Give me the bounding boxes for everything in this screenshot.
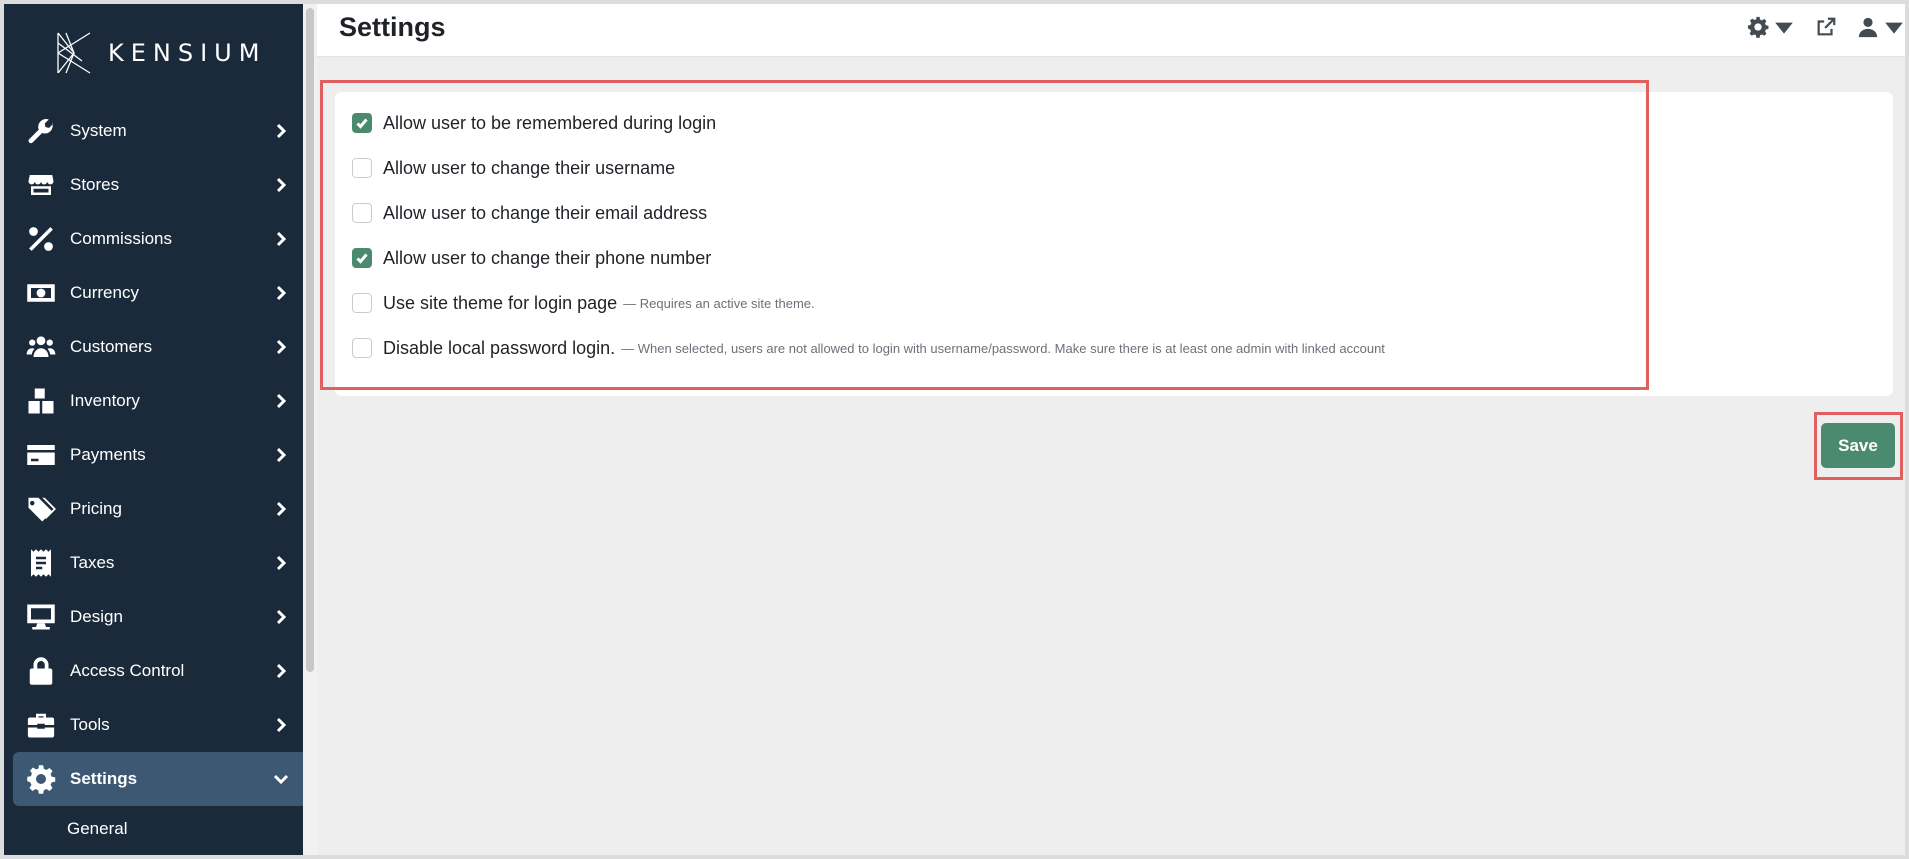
sidebar-item-label: Currency (70, 283, 139, 302)
caret-down-icon (1885, 22, 1903, 34)
option-disable-password-login[interactable]: Disable local password login. — When sel… (352, 333, 1385, 363)
sidebar-item-label: Access Control (70, 661, 185, 680)
credit-card-icon (26, 440, 60, 470)
option-label: Allow user to be remembered during login (383, 112, 717, 133)
checkbox-change-username[interactable] (352, 158, 372, 178)
sidebar-item-settings[interactable]: Settings (13, 752, 303, 806)
desktop-icon (26, 602, 60, 632)
checkbox-disable-password-login[interactable] (352, 338, 372, 358)
sidebar-item-inventory[interactable]: Inventory (4, 374, 303, 428)
money-bill-icon (26, 278, 60, 308)
users-icon (26, 332, 60, 362)
sidebar-item-design[interactable]: Design (4, 590, 303, 644)
chevron-right-icon (271, 229, 291, 249)
sidebar-item-tools[interactable]: Tools (4, 698, 303, 752)
sidebar-item-label: Tools (70, 715, 110, 734)
external-link-icon (1817, 17, 1836, 36)
checkbox-remember-login[interactable] (352, 113, 372, 133)
save-button[interactable]: Save (1821, 423, 1895, 468)
sidebar-item-label: Customers (70, 337, 153, 356)
sidebar-scrollbar[interactable] (306, 8, 314, 672)
lock-icon (26, 656, 60, 686)
sidebar-item-label: Payments (70, 445, 146, 464)
sidebar-item-label: Commissions (70, 229, 173, 248)
checkbox-change-phone[interactable] (352, 248, 372, 268)
sidebar-subitem-general[interactable]: General (4, 806, 303, 852)
sidebar-item-label: Taxes (70, 553, 115, 572)
option-label: Allow user to change their username (383, 157, 676, 178)
gear-icon (1747, 16, 1769, 38)
sidebar-item-payments[interactable]: Payments (4, 428, 303, 482)
option-change-email[interactable]: Allow user to change their email address (352, 198, 707, 228)
toolbox-icon (26, 710, 60, 740)
kensium-logo-icon (57, 32, 91, 74)
header-actions (1747, 16, 1905, 38)
checkbox-change-email[interactable] (352, 203, 372, 223)
chevron-right-icon (271, 715, 291, 735)
sidebar-item-label: Design (70, 607, 123, 626)
percent-icon (26, 224, 60, 254)
sidebar-nav: System Stores Commissions Currency Custo… (4, 104, 303, 852)
chevron-right-icon (271, 607, 291, 627)
chevron-right-icon (271, 553, 291, 573)
checkbox-site-theme-login[interactable] (352, 293, 372, 313)
option-label: Disable local password login. (383, 337, 616, 358)
receipt-icon (26, 548, 60, 578)
sidebar-item-currency[interactable]: Currency (4, 266, 303, 320)
sidebar-item-commissions[interactable]: Commissions (4, 212, 303, 266)
sidebar-item-pricing[interactable]: Pricing (4, 482, 303, 536)
tags-icon (26, 494, 60, 524)
settings-menu-button[interactable] (1747, 16, 1795, 38)
check-icon (356, 118, 368, 129)
user-icon (1858, 17, 1878, 38)
sidebar-item-system[interactable]: System (4, 104, 303, 158)
option-hint: — When selected, users are not allowed t… (621, 340, 1385, 356)
chevron-right-icon (271, 337, 291, 357)
option-hint: — Requires an active site theme. (623, 295, 815, 311)
brand-name: KENSIUM (108, 39, 267, 67)
sidebar-item-label: Stores (70, 175, 120, 194)
store-icon (26, 170, 60, 200)
chevron-down-icon (271, 769, 291, 789)
chevron-right-icon (271, 121, 291, 141)
open-external-button[interactable] (1815, 16, 1837, 38)
page-header: Settings (317, 4, 1905, 57)
caret-down-icon (1775, 22, 1793, 34)
sidebar-item-label: System (70, 121, 127, 140)
sidebar-item-label: Pricing (70, 499, 122, 518)
user-menu-button[interactable] (1857, 16, 1905, 38)
check-icon (356, 253, 368, 264)
option-label: Use site theme for login page (383, 292, 618, 313)
sidebar-item-taxes[interactable]: Taxes (4, 536, 303, 590)
chevron-right-icon (271, 499, 291, 519)
brand-logo[interactable]: KENSIUM (54, 28, 266, 78)
option-change-username[interactable]: Allow user to change their username (352, 153, 675, 183)
option-label: Allow user to change their email address (383, 202, 708, 223)
option-remember-login[interactable]: Allow user to be remembered during login (352, 108, 716, 138)
wrench-icon (26, 116, 60, 146)
sidebar: KENSIUM System Stores Commissions Curren… (4, 4, 303, 855)
sidebar-item-customers[interactable]: Customers (4, 320, 303, 374)
page-title: Settings (339, 12, 446, 42)
option-change-phone[interactable]: Allow user to change their phone number (352, 243, 711, 273)
sidebar-item-stores[interactable]: Stores (4, 158, 303, 212)
chevron-right-icon (271, 175, 291, 195)
chevron-right-icon (271, 391, 291, 411)
option-site-theme-login[interactable]: Use site theme for login page — Requires… (352, 288, 815, 318)
chevron-right-icon (271, 445, 291, 465)
option-label: Allow user to change their phone number (383, 247, 712, 268)
login-settings-card: Allow user to be remembered during login… (335, 92, 1893, 396)
sidebar-item-access-control[interactable]: Access Control (4, 644, 303, 698)
chevron-right-icon (271, 283, 291, 303)
sidebar-item-label: Settings (70, 769, 138, 788)
gear-icon (26, 764, 60, 794)
sidebar-item-label: Inventory (70, 391, 140, 410)
chevron-right-icon (271, 661, 291, 681)
boxes-icon (26, 386, 60, 416)
